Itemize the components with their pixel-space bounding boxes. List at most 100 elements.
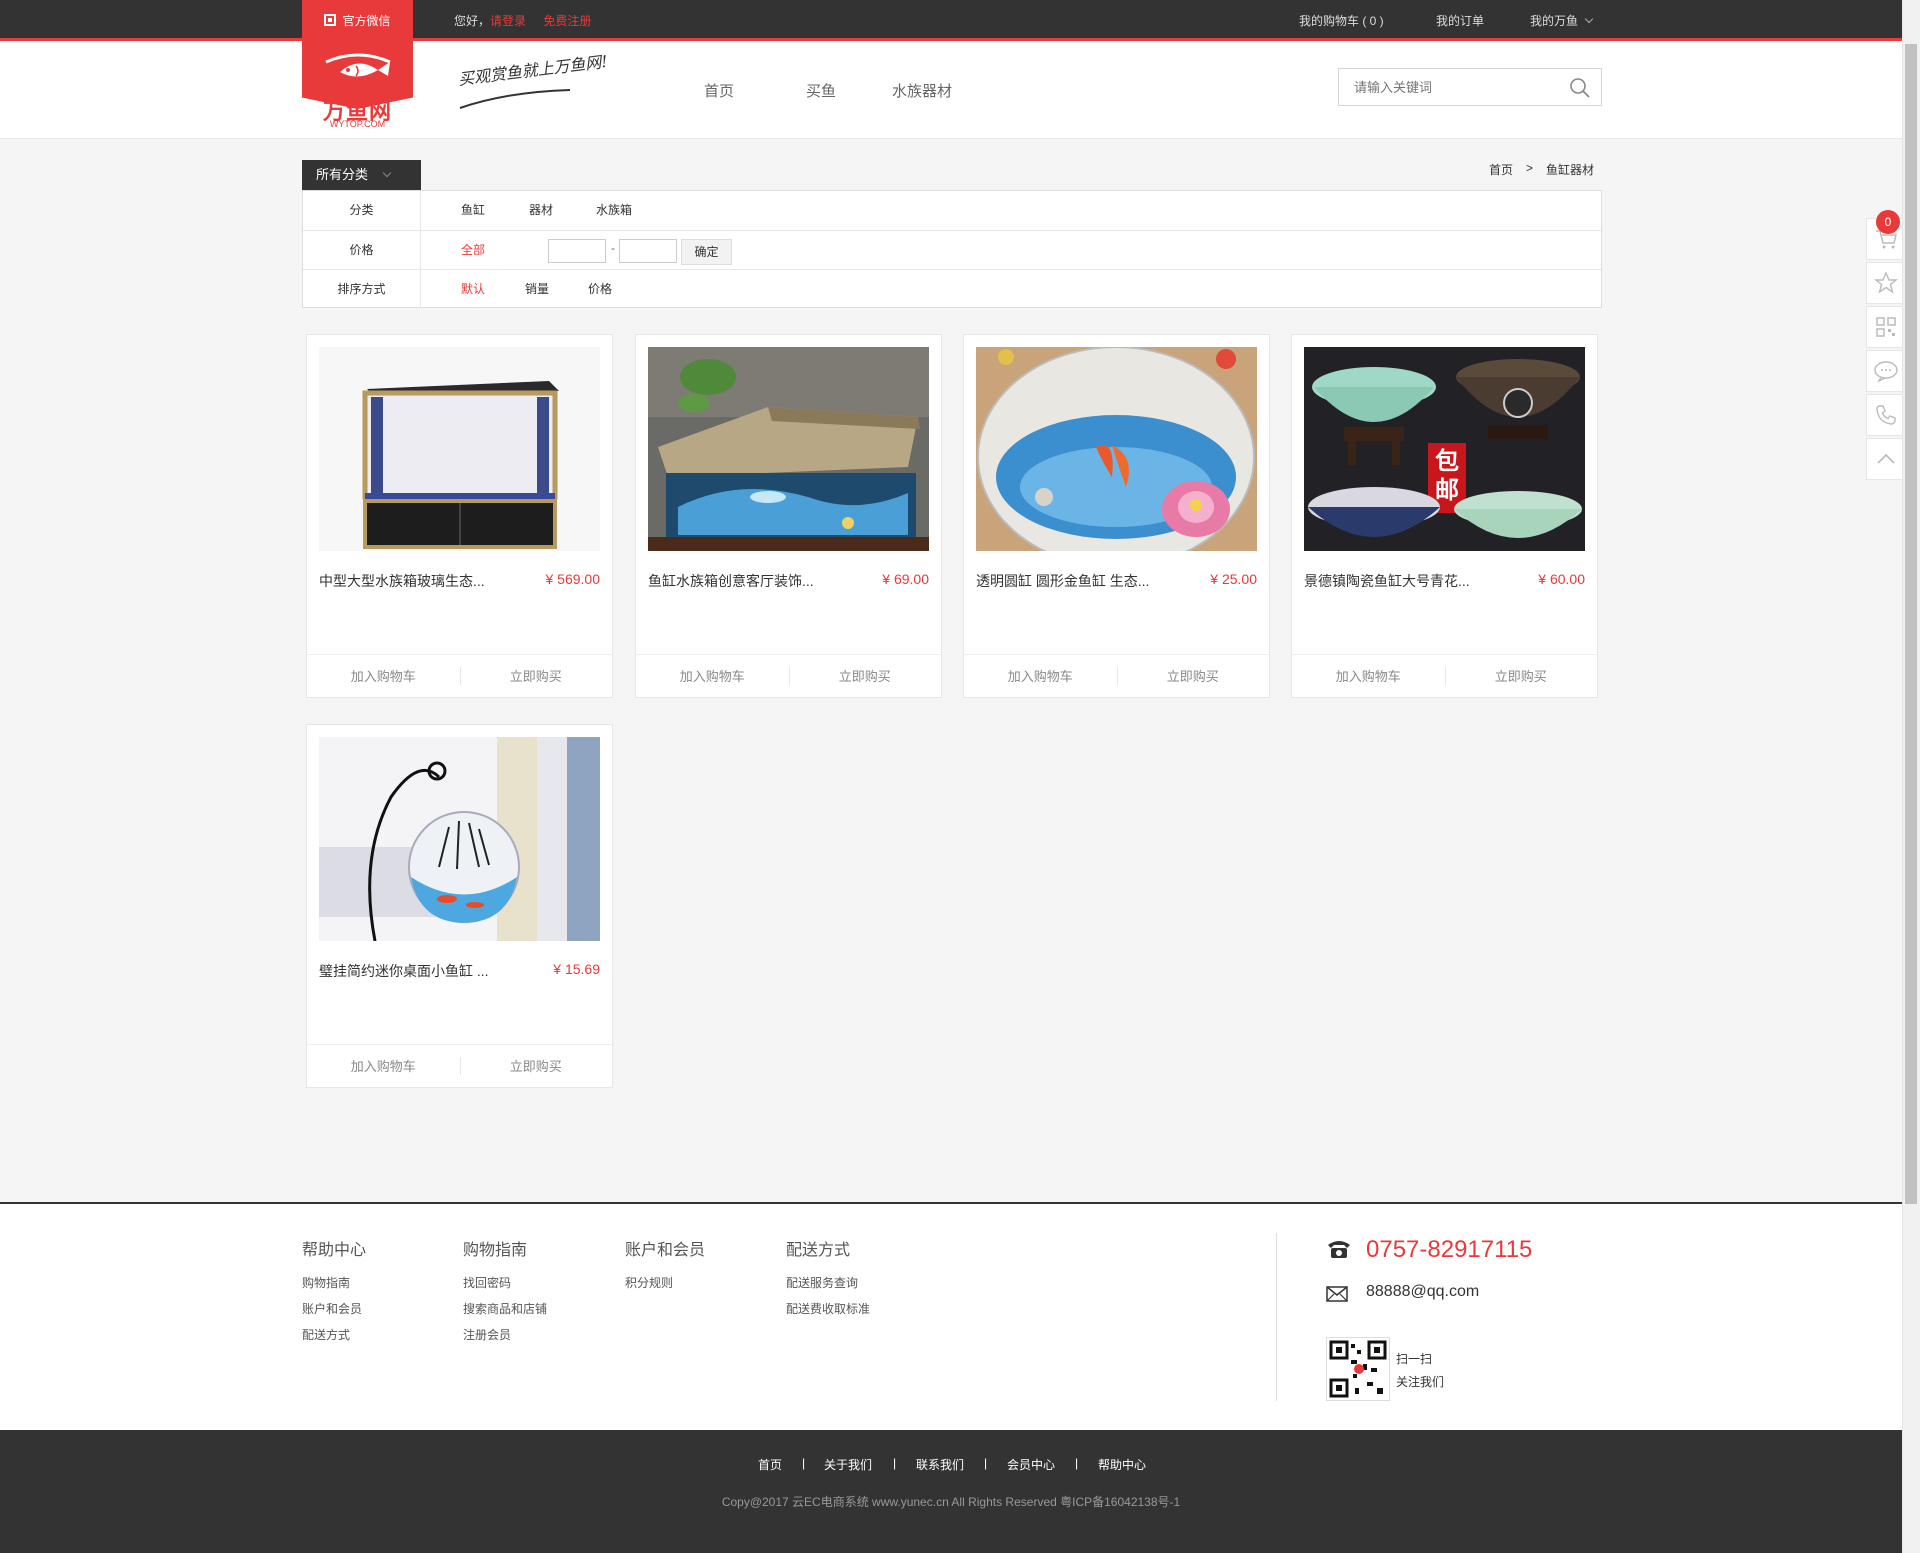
footer-link[interactable]: 配送方式 (302, 1326, 350, 1343)
my-cart-link[interactable]: 我的购物车 ( 0 ) (1299, 12, 1384, 29)
nav-home[interactable]: 首页 (704, 80, 734, 101)
product-price: ¥ 69.00 (882, 571, 929, 587)
footer-divider (1276, 1233, 1277, 1401)
price-min-input[interactable] (548, 239, 606, 263)
buy-now-button[interactable]: 立即购买 (1117, 655, 1270, 698)
filter-option-fish-tank[interactable]: 鱼缸 (461, 191, 485, 230)
footer-link[interactable]: 账户和会员 (302, 1300, 362, 1317)
product-image[interactable] (319, 347, 600, 551)
footer-link[interactable]: 配送服务查询 (786, 1274, 858, 1291)
buy-now-button[interactable]: 立即购买 (789, 655, 942, 698)
filter-option-equipment[interactable]: 器材 (529, 191, 553, 230)
footer-col-title: 购物指南 (463, 1242, 528, 1259)
product-card[interactable]: 包 邮 景德镇陶瓷鱼缸大号青花... ¥ 60.00 加入购物车 立即购买 (1291, 334, 1598, 698)
filter-price-label: 价格 (303, 231, 421, 269)
product-image[interactable] (319, 737, 600, 941)
logo-domain: WYTOP.COM (329, 119, 386, 129)
badge-text-top: 包 (1435, 448, 1459, 475)
product-card[interactable]: 透明圆缸 圆形金鱼缸 生态... ¥ 25.00 加入购物车 立即购买 (963, 334, 1270, 698)
product-title[interactable]: 景德镇陶瓷鱼缸大号青花... (1304, 571, 1504, 591)
scrollbar-thumb[interactable] (1905, 44, 1917, 1204)
cart-count-badge: 0 (1876, 210, 1900, 234)
filter-price-all[interactable]: 全部 (461, 231, 485, 270)
register-link[interactable]: 免费注册 (543, 14, 591, 28)
sidebar-qrcode[interactable] (1866, 306, 1906, 348)
chevron-down-icon (1584, 14, 1594, 24)
free-shipping-badge: 包 邮 (1430, 447, 1464, 505)
buy-now-button[interactable]: 立即购买 (460, 655, 613, 698)
all-categories-button[interactable]: 所有分类 (302, 160, 421, 190)
my-account-menu[interactable]: 我的万鱼 (1530, 12, 1594, 29)
add-to-cart-button[interactable]: 加入购物车 (1292, 655, 1445, 698)
add-to-cart-button[interactable]: 加入购物车 (636, 655, 789, 698)
bottom-link-member-center[interactable]: 会员中心 (1007, 1456, 1055, 1473)
email-icon (1326, 1286, 1348, 1302)
product-card[interactable]: 中型大型水族箱玻璃生态... ¥ 569.00 加入购物车 立即购买 (306, 334, 613, 698)
search-input[interactable] (1340, 70, 1560, 104)
breadcrumb-home[interactable]: 首页 (1489, 161, 1513, 178)
product-image[interactable]: 包 邮 (1304, 347, 1585, 551)
nav-buy-fish[interactable]: 买鱼 (806, 80, 836, 101)
top-bar (0, 0, 1902, 41)
product-price: ¥ 15.69 (553, 961, 600, 977)
sort-sales[interactable]: 销量 (525, 270, 549, 309)
filter-option-aquarium[interactable]: 水族箱 (596, 191, 632, 230)
footer-link[interactable]: 积分规则 (625, 1274, 673, 1291)
footer (0, 1202, 1902, 1430)
login-link[interactable]: 请登录 (490, 14, 526, 28)
product-image[interactable] (648, 347, 929, 551)
bottom-separator: | (1075, 1456, 1079, 1470)
footer-link[interactable]: 搜索商品和店铺 (463, 1300, 547, 1317)
official-weixin-button[interactable]: 官方微信 (302, 0, 413, 40)
product-image[interactable] (976, 347, 1257, 551)
price-confirm-button[interactable]: 确定 (681, 239, 732, 265)
sort-default[interactable]: 默认 (461, 270, 485, 309)
bottom-link-about[interactable]: 关于我们 (824, 1456, 872, 1473)
badge-text-bottom: 邮 (1435, 477, 1459, 504)
product-price: ¥ 60.00 (1538, 571, 1585, 587)
product-price: ¥ 569.00 (545, 571, 601, 587)
product-title[interactable]: 鱼缸水族箱创意客厅装饰... (648, 571, 848, 591)
add-to-cart-button[interactable]: 加入购物车 (307, 1045, 460, 1088)
footer-link[interactable]: 购物指南 (302, 1274, 350, 1291)
bottom-link-help[interactable]: 帮助中心 (1098, 1456, 1146, 1473)
product-card[interactable]: 璧挂简约迷你桌面小鱼缸 ... ¥ 15.69 加入购物车 立即购买 (306, 724, 613, 1088)
sidebar-phone[interactable] (1866, 394, 1906, 436)
fish-logo-icon (325, 53, 391, 77)
footer-col-title: 帮助中心 (302, 1242, 367, 1259)
sidebar-chat[interactable] (1866, 350, 1906, 392)
phone-icon (1876, 405, 1896, 425)
bottom-link-contact[interactable]: 联系我们 (916, 1456, 964, 1473)
product-title[interactable]: 中型大型水族箱玻璃生态... (319, 571, 519, 591)
greeting-text: 您好， (454, 14, 491, 28)
buy-now-button[interactable]: 立即购买 (1445, 655, 1598, 698)
sidebar-favorites[interactable] (1866, 262, 1906, 304)
my-orders-link[interactable]: 我的订单 (1436, 12, 1484, 29)
back-to-top-icon (1877, 453, 1895, 464)
filter-category-label: 分类 (303, 191, 421, 230)
follow-us-text: 关注我们 (1396, 1375, 1445, 1389)
product-title[interactable]: 透明圆缸 圆形金鱼缸 生态... (976, 571, 1176, 591)
footer-link[interactable]: 配送费收取标准 (786, 1300, 870, 1317)
contact-phone: 0757-82917115 (1366, 1236, 1533, 1263)
footer-link[interactable]: 找回密码 (463, 1274, 511, 1291)
search-icon[interactable] (1569, 77, 1591, 99)
buy-now-button[interactable]: 立即购买 (460, 1045, 613, 1088)
add-to-cart-button[interactable]: 加入购物车 (307, 655, 460, 698)
product-actions: 加入购物车 立即购买 (307, 1044, 612, 1087)
qrcode-icon (324, 14, 337, 26)
nav-aquarium-equipment[interactable]: 水族器材 (892, 80, 952, 101)
bottom-link-home[interactable]: 首页 (758, 1456, 782, 1473)
breadcrumb-separator: > (1526, 161, 1534, 175)
footer-link[interactable]: 注册会员 (463, 1326, 511, 1343)
bottom-separator: | (893, 1456, 897, 1470)
chevron-down-icon (382, 168, 392, 178)
product-card[interactable]: 鱼缸水族箱创意客厅装饰... ¥ 69.00 加入购物车 立即购买 (635, 334, 942, 698)
product-title[interactable]: 璧挂简约迷你桌面小鱼缸 ... (319, 961, 519, 981)
sidebar-back-to-top[interactable] (1866, 438, 1906, 480)
wechat-qrcode (1326, 1337, 1390, 1401)
sort-price[interactable]: 价格 (588, 270, 612, 309)
price-max-input[interactable] (619, 239, 677, 263)
add-to-cart-button[interactable]: 加入购物车 (964, 655, 1117, 698)
scan-text: 扫一扫 (1396, 1352, 1433, 1366)
